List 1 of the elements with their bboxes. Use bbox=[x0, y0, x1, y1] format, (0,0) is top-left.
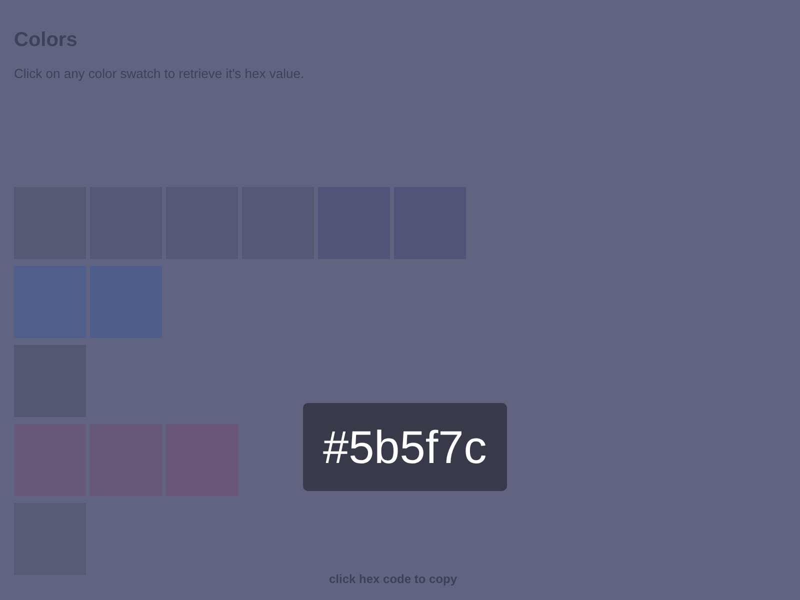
hex-code-button[interactable]: #5b5f7c bbox=[303, 403, 507, 491]
